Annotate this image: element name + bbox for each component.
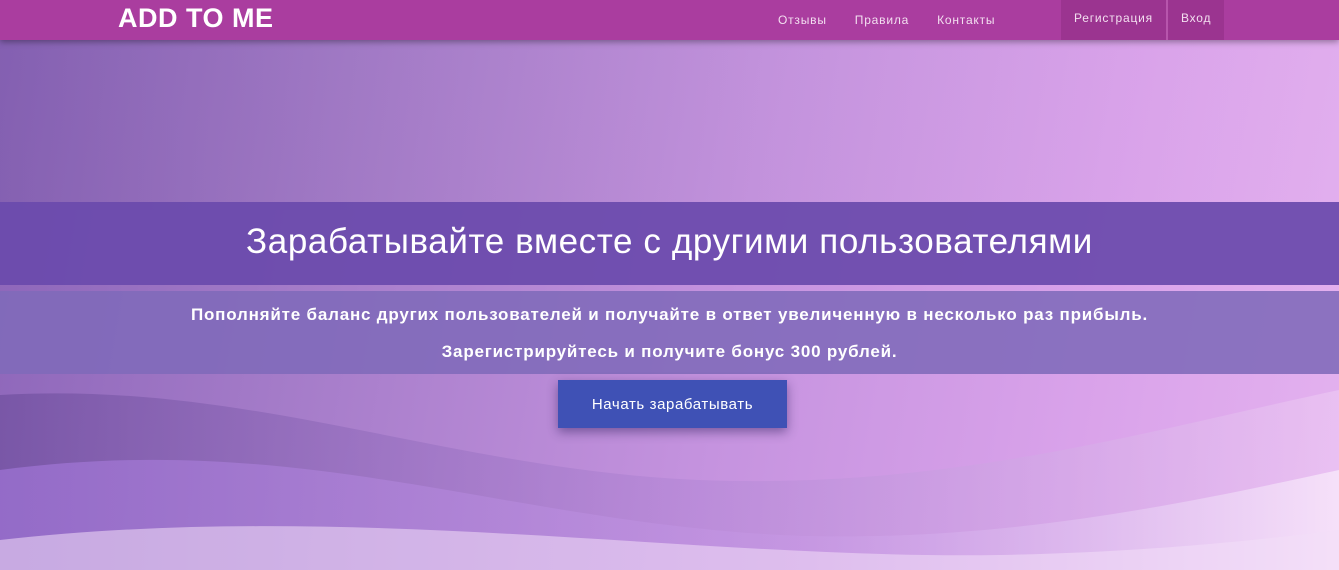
bonus-amount: 300 рублей [790, 342, 892, 361]
hero-title: Зарабатывайте вместе с другими пользоват… [246, 221, 1093, 261]
login-button[interactable]: Вход [1167, 0, 1225, 40]
hero-subtitle-line-2: Зарегистрируйтесь и получите бонус 300 р… [0, 342, 1339, 362]
register-button[interactable]: Регистрация [1061, 0, 1166, 40]
hero-title-band: Зарабатывайте вместе с другими пользоват… [0, 202, 1339, 285]
nav-reviews[interactable]: Отзывы [764, 2, 841, 38]
brand-logo[interactable]: ADD TO ME [118, 4, 274, 32]
nav-rules[interactable]: Правила [841, 2, 923, 38]
auth-nav: Регистрация Вход [1061, 0, 1225, 40]
background-waves [0, 0, 1339, 570]
top-navbar: ADD TO ME Отзывы Правила Контакты Регист… [0, 0, 1339, 40]
bonus-text-suffix: . [891, 342, 898, 361]
start-earning-button[interactable]: Начать зарабатывать [558, 380, 787, 428]
hero-subtitle-band: Пополняйте баланс других пользователей и… [0, 291, 1339, 374]
bonus-text-prefix: Зарегистрируйтесь и получите бонус [441, 342, 791, 361]
nav-contacts[interactable]: Контакты [923, 2, 1009, 38]
main-nav: Отзывы Правила Контакты [764, 0, 1009, 40]
hero-subtitle-line-1: Пополняйте баланс других пользователей и… [190, 305, 1149, 324]
